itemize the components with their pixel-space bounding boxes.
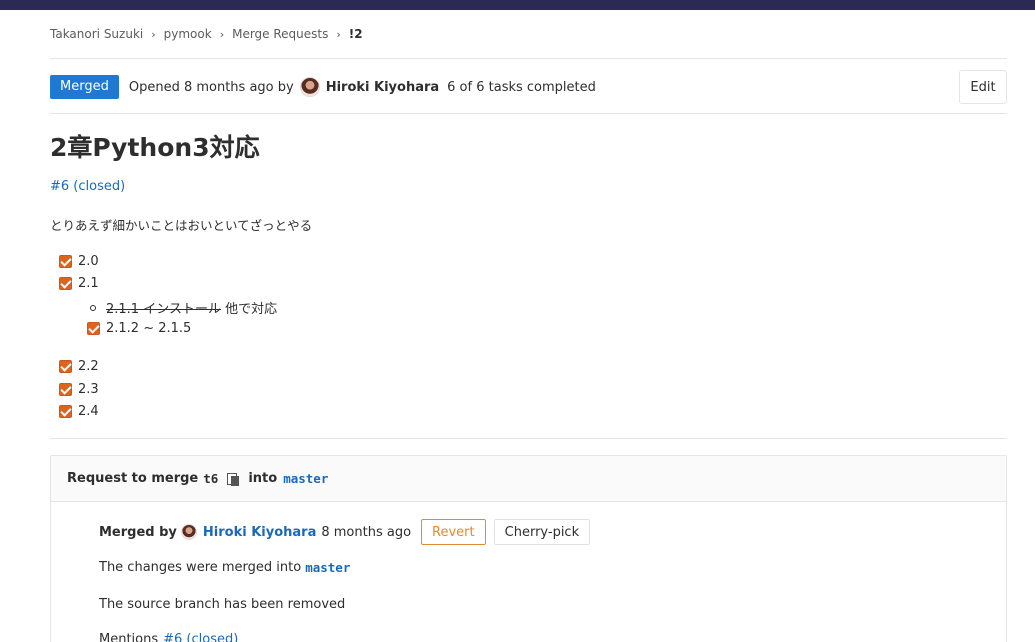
changes-text: The changes were merged into: [99, 560, 302, 575]
task-label: 2.2: [78, 359, 99, 374]
merge-widget-header: Request to merge t6 into master: [51, 456, 1006, 502]
merged-by-label: Merged by: [99, 524, 177, 540]
task-checkbox[interactable]: [59, 360, 72, 373]
source-branch: t6: [203, 471, 219, 486]
breadcrumb-project[interactable]: pymook: [164, 27, 212, 41]
task-checkbox[interactable]: [59, 277, 72, 290]
mentions-row: Mentions #6 (closed): [99, 632, 238, 642]
issue-link[interactable]: #6 (closed): [50, 179, 125, 194]
avatar[interactable]: [299, 77, 320, 97]
task-item: 2.2: [59, 359, 99, 374]
task-label: 2.0: [78, 254, 99, 269]
divider: [50, 58, 1007, 59]
subtask-item: 2.1.1 インストール 他で対応: [89, 298, 277, 317]
task-checkbox[interactable]: [59, 405, 72, 418]
divider: [50, 438, 1007, 439]
target-branch[interactable]: master: [283, 471, 328, 486]
mr-header: Merged Opened 8 months ago by Hiroki Kiy…: [50, 70, 1007, 104]
task-label: 他で対応: [220, 302, 278, 317]
revert-button[interactable]: Revert: [421, 519, 486, 545]
bullet-icon: [90, 304, 96, 311]
subtask-item: 2.1.2 ~ 2.1.5: [87, 321, 191, 336]
chevron-right-icon: ›: [151, 27, 156, 41]
task-label: 2.3: [78, 382, 99, 397]
tasks-status: 6 of 6 tasks completed: [447, 79, 596, 95]
task-checkbox[interactable]: [87, 322, 100, 335]
mentions-label: Mentions: [99, 632, 159, 642]
task-checkbox[interactable]: [59, 255, 72, 268]
edit-button[interactable]: Edit: [959, 70, 1007, 104]
breadcrumb-user[interactable]: Takanori Suzuki: [50, 27, 143, 41]
task-item: 2.0: [59, 254, 99, 269]
task-item: 2.1: [59, 276, 99, 291]
chevron-right-icon: ›: [336, 27, 341, 41]
description: とりあえず細かいことはおいといてざっとやる: [50, 218, 313, 233]
merged-by-user-link[interactable]: Hiroki Kiyohara: [203, 525, 316, 540]
chevron-right-icon: ›: [219, 27, 225, 41]
task-label: 2.1: [78, 276, 99, 291]
changes-branch[interactable]: master: [305, 560, 350, 575]
copy-icon[interactable]: [226, 472, 240, 486]
breadcrumb-merge-requests[interactable]: Merge Requests: [232, 27, 328, 41]
author-link[interactable]: Hiroki Kiyohara: [326, 80, 439, 95]
task-label: 2.4: [78, 404, 99, 419]
source-removed-row: The source branch has been removed: [99, 597, 345, 612]
merged-by-row: Merged by Hiroki Kiyohara 8 months ago R…: [99, 519, 591, 545]
avatar[interactable]: [180, 524, 197, 540]
divider: [50, 113, 1007, 114]
task-checkbox[interactable]: [59, 383, 72, 396]
page-title: 2章Python3対応: [50, 133, 260, 162]
changes-merged-row: The changes were merged into master: [99, 560, 350, 575]
merge-widget: Request to merge t6 into master Merged b…: [50, 455, 1007, 642]
cherry-pick-button[interactable]: Cherry-pick: [493, 519, 591, 545]
request-prefix: Request to merge: [67, 471, 199, 486]
top-navbar: [0, 0, 1035, 10]
source-removed-text: The source branch has been removed: [99, 597, 346, 612]
task-item: 2.3: [59, 382, 99, 397]
task-label-struck: 2.1.1 インストール: [106, 302, 221, 317]
task-item: 2.4: [59, 404, 99, 419]
opened-text: Opened 8 months ago by: [128, 79, 294, 95]
merged-time: 8 months ago: [321, 524, 412, 540]
status-badge: Merged: [50, 75, 119, 99]
breadcrumb-current[interactable]: !2: [349, 27, 363, 41]
task-label: 2.1.2 ~ 2.1.5: [106, 321, 192, 336]
into-label: into: [248, 471, 278, 486]
mentions-link[interactable]: #6 (closed): [163, 632, 238, 642]
breadcrumb: Takanori Suzuki › pymook › Merge Request…: [50, 27, 363, 41]
